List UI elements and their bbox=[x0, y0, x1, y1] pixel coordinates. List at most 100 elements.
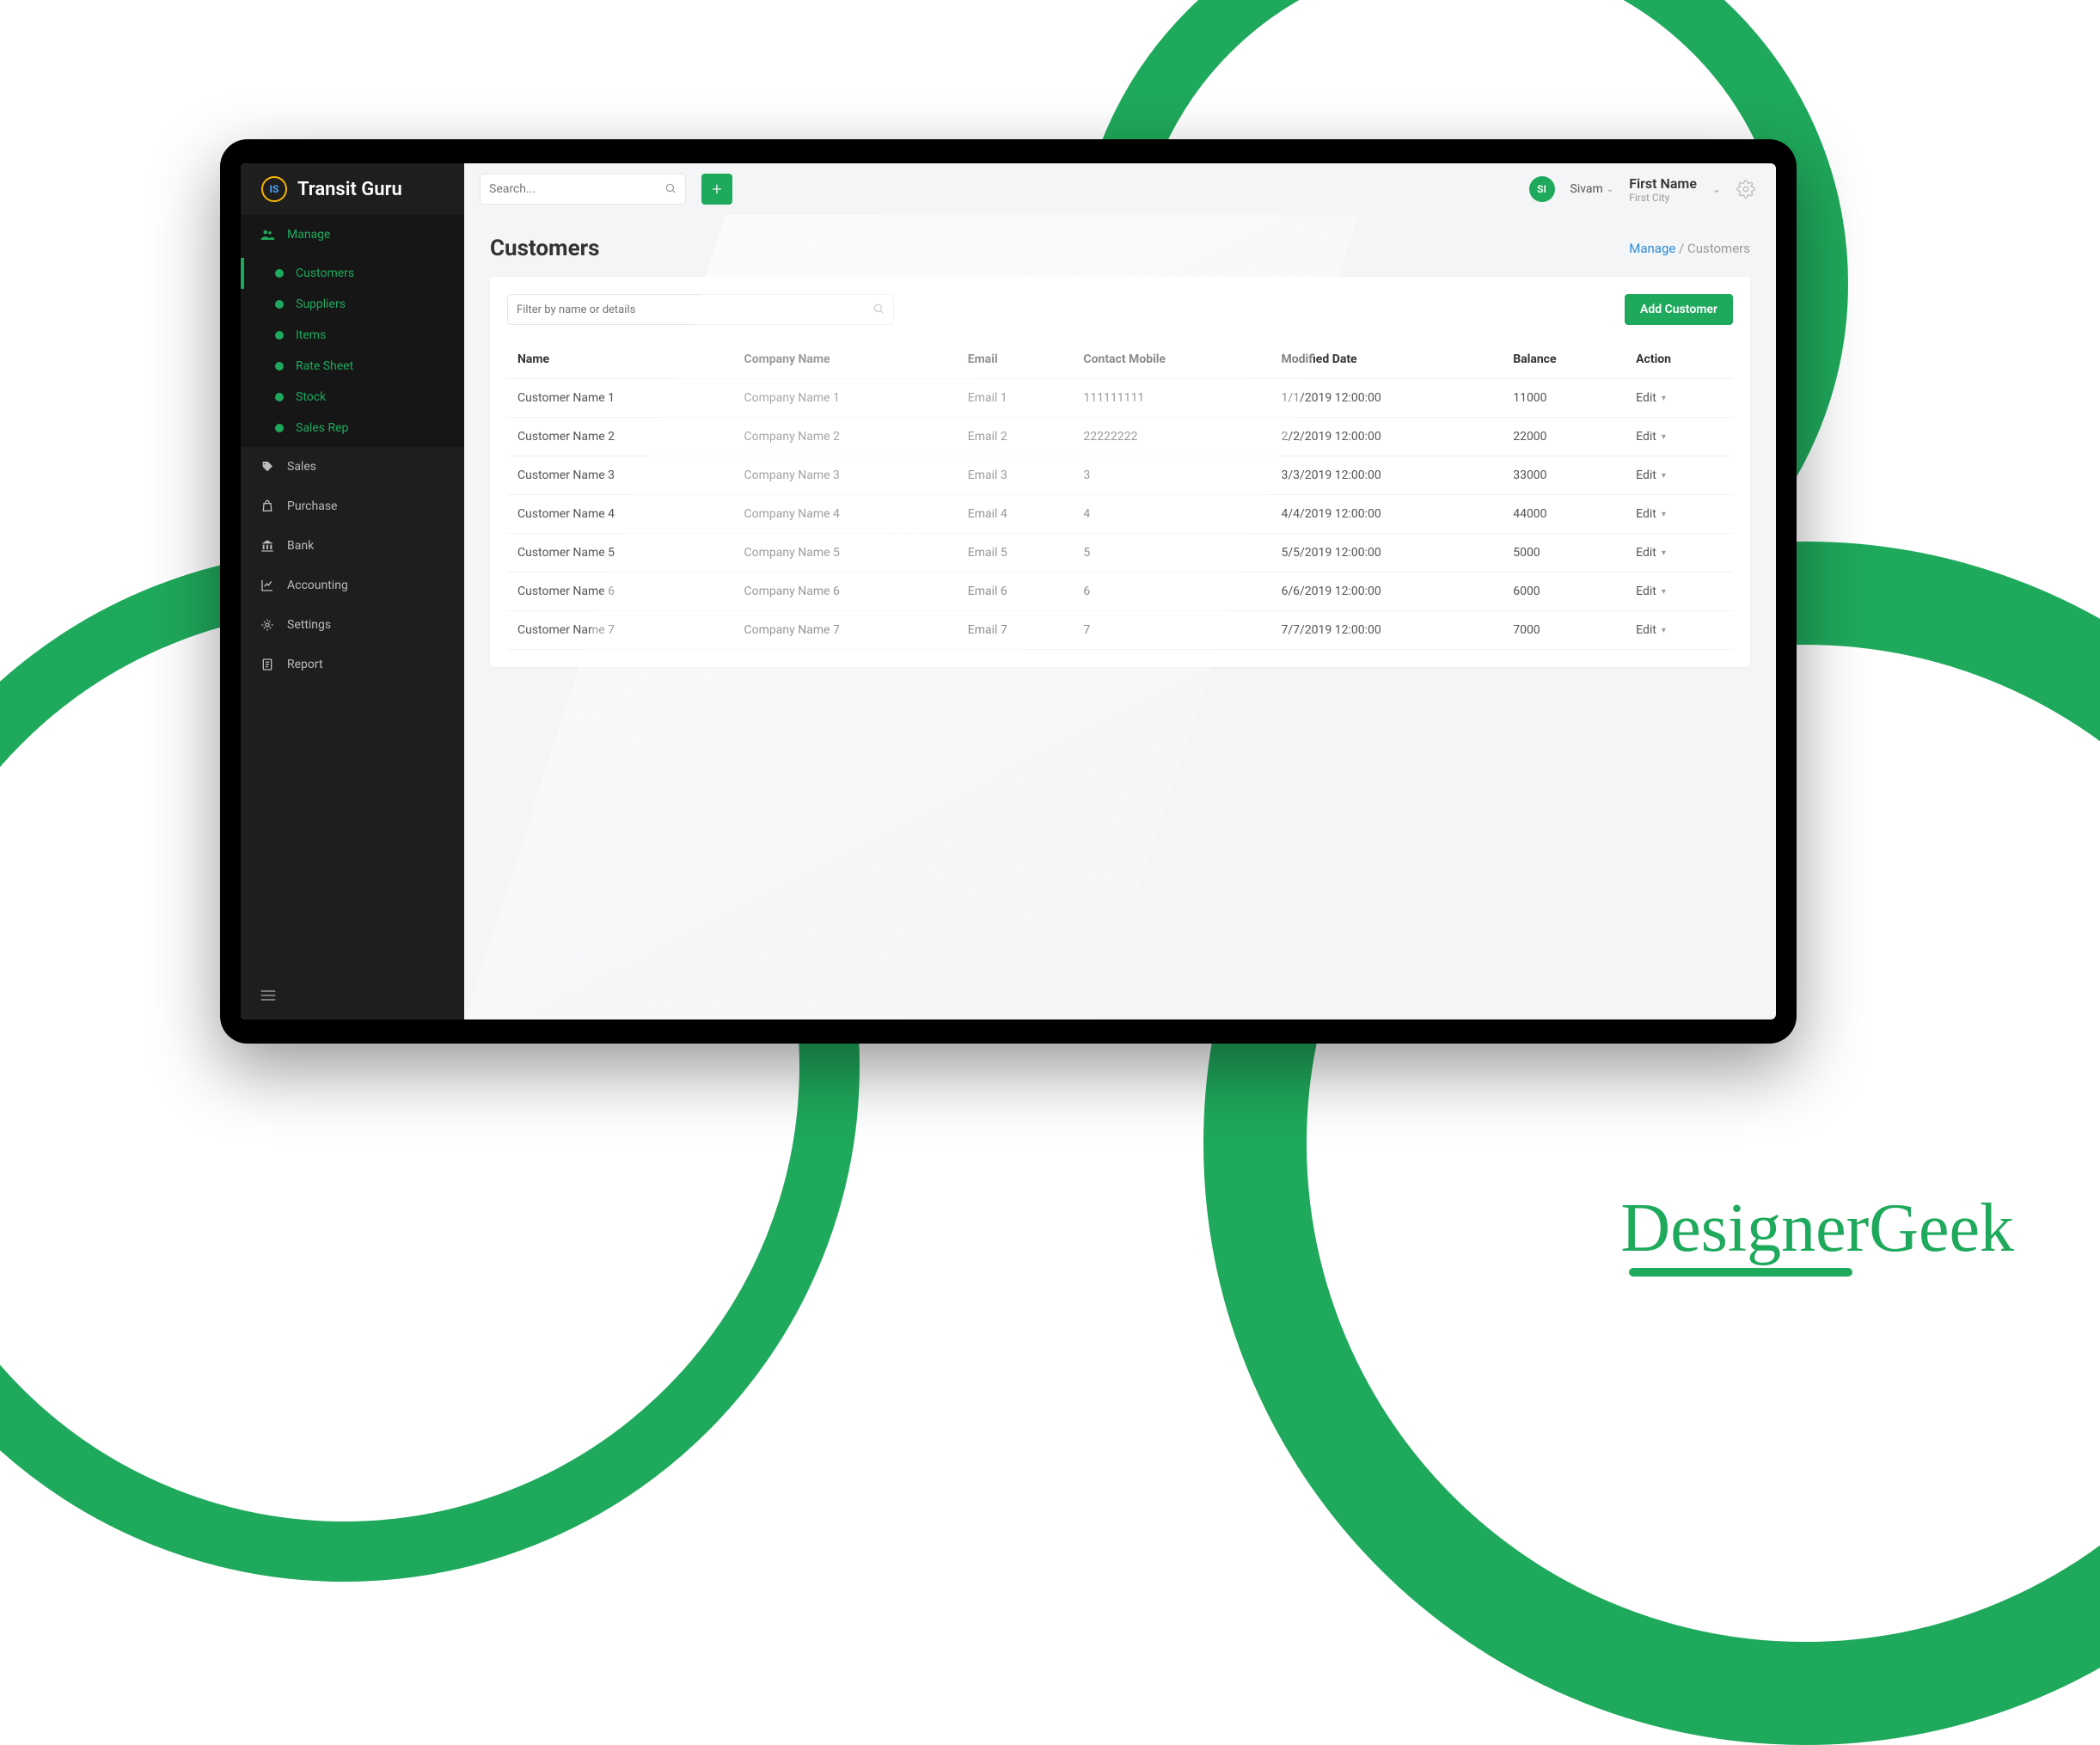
edit-action[interactable]: Edit▾ bbox=[1636, 507, 1723, 521]
edit-label: Edit bbox=[1636, 391, 1656, 405]
content-area: Customers Manage / Customers Add Cus bbox=[464, 215, 1776, 1019]
sidebar-item-label: Manage bbox=[287, 228, 330, 242]
sidebar-item-purchase[interactable]: Purchase bbox=[241, 487, 464, 526]
edit-action[interactable]: Edit▾ bbox=[1636, 546, 1723, 560]
search-icon bbox=[872, 302, 885, 318]
column-header: Company Name bbox=[734, 340, 958, 379]
sidebar-sub-item-stock[interactable]: Stock bbox=[241, 382, 464, 413]
cell-mobile: 111111111 bbox=[1073, 379, 1270, 418]
cell-action: Edit▾ bbox=[1626, 572, 1733, 611]
sidebar-item-bank[interactable]: Bank bbox=[241, 526, 464, 566]
add-customer-button[interactable]: Add Customer bbox=[1625, 294, 1733, 325]
cell-modified: 2/2/2019 12:00:00 bbox=[1271, 418, 1503, 456]
global-search[interactable] bbox=[480, 174, 686, 205]
sidebar-item-settings[interactable]: Settings bbox=[241, 605, 464, 645]
cell-email: Email 6 bbox=[958, 572, 1074, 611]
bullet-icon bbox=[275, 269, 284, 278]
sidebar-submenu: CustomersSuppliers Items Rate SheetStockSa… bbox=[241, 254, 464, 447]
page-header: Customers Manage / Customers bbox=[490, 236, 1750, 261]
cell-action: Edit▾ bbox=[1626, 418, 1733, 456]
sidebar-item-report[interactable]: Report bbox=[241, 645, 464, 684]
cell-mobile: 7 bbox=[1073, 611, 1270, 650]
cell-name: Customer Name 5 bbox=[507, 534, 734, 572]
cell-mobile: 22222222 bbox=[1073, 418, 1270, 456]
column-header: Email bbox=[958, 340, 1074, 379]
page-title: Customers bbox=[490, 236, 600, 261]
table-row[interactable]: Customer Name 1Company Name 1Email 11111… bbox=[507, 379, 1733, 418]
bullet-icon bbox=[275, 362, 284, 370]
sidebar-item-manage[interactable]: Manage bbox=[241, 215, 464, 254]
caret-down-icon: ▾ bbox=[1662, 587, 1666, 597]
plus-icon: + bbox=[712, 179, 721, 199]
profile-name: First Name bbox=[1629, 175, 1697, 192]
cell-company: Company Name 1 bbox=[734, 379, 958, 418]
cell-mobile: 4 bbox=[1073, 495, 1270, 534]
cell-email: Email 3 bbox=[958, 456, 1074, 495]
edit-action[interactable]: Edit▾ bbox=[1636, 585, 1723, 598]
sidebar-item-label: Settings bbox=[287, 618, 331, 632]
filter-input[interactable] bbox=[517, 303, 872, 316]
sidebar-sub-item-sales-rep[interactable]: Sales Rep bbox=[241, 413, 464, 444]
table-row[interactable]: Customer Name 3Company Name 3Email 333/3… bbox=[507, 456, 1733, 495]
cell-modified: 7/7/2019 12:00:00 bbox=[1271, 611, 1503, 650]
table-row[interactable]: Customer Name 4Company Name 4Email 444/4… bbox=[507, 495, 1733, 534]
edit-action[interactable]: Edit▾ bbox=[1636, 468, 1723, 482]
cell-company: Company Name 2 bbox=[734, 418, 958, 456]
sidebar: Manage CustomersSuppliers Items Rate Sheet… bbox=[241, 215, 464, 1019]
add-button[interactable]: + bbox=[701, 174, 732, 205]
sidebar-item-accounting[interactable]: Accounting bbox=[241, 566, 464, 605]
cell-balance: 22000 bbox=[1503, 418, 1626, 456]
profile-subtitle: First City bbox=[1629, 192, 1697, 204]
search-input[interactable] bbox=[489, 182, 664, 196]
caret-down-icon: ▾ bbox=[1662, 510, 1666, 519]
table-row[interactable]: Customer Name 6Company Name 6Email 666/6… bbox=[507, 572, 1733, 611]
brand[interactable]: IS Transit Guru bbox=[241, 163, 464, 215]
brand-name: Transit Guru bbox=[297, 179, 402, 200]
cell-balance: 44000 bbox=[1503, 495, 1626, 534]
cell-email: Email 5 bbox=[958, 534, 1074, 572]
cell-name: Customer Name 3 bbox=[507, 456, 734, 495]
cell-email: Email 1 bbox=[958, 379, 1074, 418]
filter-box[interactable] bbox=[507, 294, 894, 325]
cell-balance: 33000 bbox=[1503, 456, 1626, 495]
cell-email: Email 7 bbox=[958, 611, 1074, 650]
cell-balance: 6000 bbox=[1503, 572, 1626, 611]
sidebar-sub-item-suppliers[interactable]: Suppliers bbox=[241, 289, 464, 320]
cell-action: Edit▾ bbox=[1626, 495, 1733, 534]
sidebar-sub-item-label: Items bbox=[296, 328, 326, 342]
cell-company: Company Name 5 bbox=[734, 534, 958, 572]
sidebar-item-label: Report bbox=[287, 658, 323, 671]
sidebar-sub-item-items[interactable]: Items bbox=[241, 320, 464, 351]
bullet-icon bbox=[275, 424, 284, 432]
table-row[interactable]: Customer Name 7Company Name 7Email 777/7… bbox=[507, 611, 1733, 650]
edit-action[interactable]: Edit▾ bbox=[1636, 430, 1723, 444]
caret-down-icon: ▾ bbox=[1662, 626, 1666, 635]
chevron-down-icon[interactable]: ⌄ bbox=[1712, 183, 1721, 195]
users-icon bbox=[260, 227, 275, 242]
profile-selector[interactable]: First Name First City bbox=[1629, 175, 1697, 204]
sidebar-sub-item-rate-sheet[interactable]: Rate Sheet bbox=[241, 351, 464, 382]
cell-email: Email 4 bbox=[958, 495, 1074, 534]
edit-label: Edit bbox=[1636, 468, 1656, 482]
edit-action[interactable]: Edit▾ bbox=[1636, 623, 1723, 637]
caret-down-icon: ▾ bbox=[1662, 548, 1666, 558]
user-menu[interactable]: Sivam ⌄ bbox=[1570, 182, 1614, 196]
brand-logo-icon: IS bbox=[261, 176, 287, 202]
column-header: Contact Mobile bbox=[1073, 340, 1270, 379]
user-avatar[interactable]: SI bbox=[1529, 176, 1555, 202]
cell-name: Customer Name 4 bbox=[507, 495, 734, 534]
chart-icon bbox=[260, 578, 275, 593]
sidebar-item-sales[interactable]: Sales bbox=[241, 447, 464, 487]
breadcrumb-root[interactable]: Manage bbox=[1629, 241, 1675, 256]
topbar: IS Transit Guru + SI Sivam ⌄ First Name bbox=[241, 163, 1776, 215]
settings-gear-icon[interactable] bbox=[1736, 180, 1755, 199]
table-row[interactable]: Customer Name 2Company Name 2Email 22222… bbox=[507, 418, 1733, 456]
table-row[interactable]: Customer Name 5Company Name 5Email 555/5… bbox=[507, 534, 1733, 572]
cell-mobile: 6 bbox=[1073, 572, 1270, 611]
bullet-icon bbox=[275, 300, 284, 309]
cell-mobile: 5 bbox=[1073, 534, 1270, 572]
sidebar-toggle[interactable] bbox=[241, 975, 464, 1019]
edit-action[interactable]: Edit▾ bbox=[1636, 391, 1723, 405]
sidebar-sub-item-customers[interactable]: Customers bbox=[241, 258, 464, 289]
designer-signature: DesignerGeek bbox=[1620, 1201, 2014, 1277]
